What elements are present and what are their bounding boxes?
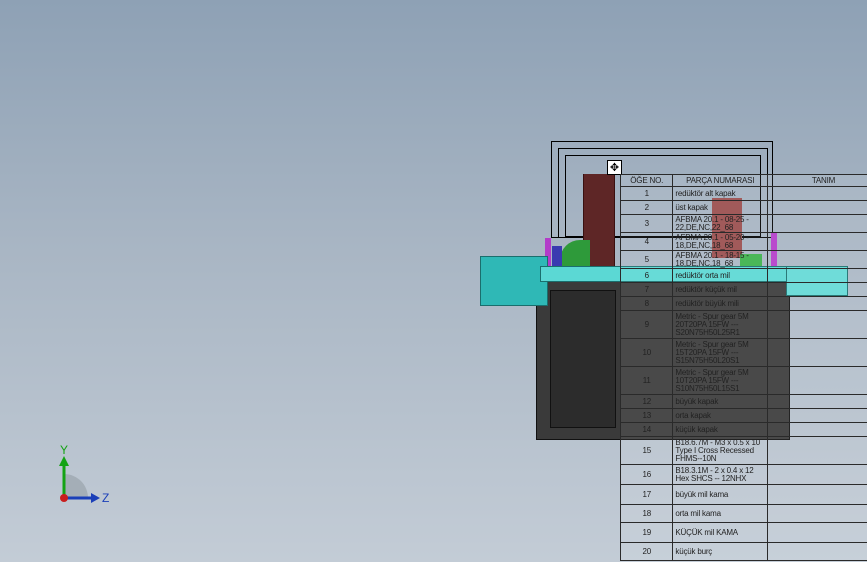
bom-row[interactable]: 13 orta kapak xyxy=(619,408,867,423)
bom-description xyxy=(766,338,867,367)
bom-row[interactable]: 18 orta mil kama xyxy=(619,504,867,523)
bom-item-no: 2 xyxy=(619,200,674,215)
x-axis-point xyxy=(60,494,68,502)
bom-item-no: 9 xyxy=(619,310,674,339)
bom-row[interactable]: 11 Metric - Spur gear 5M 10T20PA 15FW ---… xyxy=(619,366,867,395)
bom-item-no: 5 xyxy=(619,250,674,269)
bom-description xyxy=(766,366,867,395)
bom-header-description: TANIM xyxy=(766,174,867,187)
bom-item-no: 14 xyxy=(619,422,674,437)
bom-description xyxy=(766,542,867,561)
bom-item-no: 15 xyxy=(619,436,674,465)
bom-description xyxy=(766,436,867,465)
green-gear[interactable] xyxy=(560,240,590,266)
bom-description xyxy=(766,186,867,201)
bom-item-no: 17 xyxy=(619,484,674,505)
bom-description xyxy=(766,504,867,523)
bom-row[interactable]: 15 B18.6.7M - M3 x 0.5 x 10 Type I Cross … xyxy=(619,436,867,465)
bom-description xyxy=(766,310,867,339)
y-axis-arrow xyxy=(59,456,69,466)
bom-row[interactable]: 4 AFBMA 20.1 - 05-20 - 18,DE,NC,18_68 xyxy=(619,232,867,251)
bom-row[interactable]: 12 büyük kapak xyxy=(619,394,867,409)
bom-row[interactable]: 2 üst kapak xyxy=(619,200,867,215)
bom-description xyxy=(766,214,867,233)
bom-row[interactable]: 16 B18.3.1M - 2 x 0.4 x 12 Hex SHCS -- 12… xyxy=(619,464,867,485)
bom-part-number: AFBMA 20.1 - 05-20 - 18,DE,NC,18_68 xyxy=(672,232,768,251)
bom-header-row: ÖĞE NO. PARÇA NUMARASI TANIM xyxy=(619,174,867,187)
bom-item-no: 20 xyxy=(619,542,674,561)
bom-item-no: 3 xyxy=(619,214,674,233)
bom-description xyxy=(766,296,867,311)
bom-part-number: redüktör büyük mili xyxy=(672,296,768,311)
bom-item-no: 8 xyxy=(619,296,674,311)
housing-inner xyxy=(550,290,616,428)
bom-row[interactable]: 8 redüktör büyük mili xyxy=(619,296,867,311)
bom-part-number: redüktör alt kapak xyxy=(672,186,768,201)
bom-part-number: büyük kapak xyxy=(672,394,768,409)
bom-item-no: 16 xyxy=(619,464,674,485)
bom-description xyxy=(766,484,867,505)
bom-part-number: B18.6.7M - M3 x 0.5 x 10 Type I Cross Re… xyxy=(672,436,768,465)
bom-description xyxy=(766,268,867,283)
bom-row[interactable]: 1 redüktör alt kapak xyxy=(619,186,867,201)
bom-item-no: 4 xyxy=(619,232,674,251)
bom-row[interactable]: 19 KÜÇÜK mil KAMA xyxy=(619,522,867,543)
bom-description xyxy=(766,522,867,543)
bom-part-number: orta kapak xyxy=(672,408,768,423)
bom-description xyxy=(766,200,867,215)
bom-description xyxy=(766,232,867,251)
bom-row[interactable]: 10 Metric - Spur gear 5M 15T20PA 15FW ---… xyxy=(619,338,867,367)
bom-part-number: redüktör küçük mil xyxy=(672,282,768,297)
bom-header-item-no: ÖĞE NO. xyxy=(619,174,674,187)
bom-row[interactable]: 9 Metric - Spur gear 5M 20T20PA 15FW --- … xyxy=(619,310,867,339)
bom-header-part-number: PARÇA NUMARASI xyxy=(672,174,768,187)
bom-item-no: 13 xyxy=(619,408,674,423)
graphics-viewport[interactable]: ✥ ÖĞE NO. PARÇA NUMARASI TANIM 1 redüktör… xyxy=(0,0,867,562)
y-axis-label: Y xyxy=(60,443,68,457)
bom-item-no: 12 xyxy=(619,394,674,409)
bom-part-number: küçük burç xyxy=(672,542,768,561)
bom-description xyxy=(766,282,867,297)
triad-plane xyxy=(64,474,88,498)
z-axis-label: Z xyxy=(102,491,109,505)
bom-item-no: 11 xyxy=(619,366,674,395)
input-shaft[interactable] xyxy=(480,256,548,306)
coordinate-triad: Y Z xyxy=(59,443,109,505)
bom-item-no: 7 xyxy=(619,282,674,297)
bom-description xyxy=(766,422,867,437)
bom-part-number: Metric - Spur gear 5M 10T20PA 15FW --- S… xyxy=(672,366,768,395)
move-table-handle[interactable]: ✥ xyxy=(607,160,622,175)
bom-row[interactable]: 3 AFBMA 20.1 - 08-25 - 22,DE,NC,22_68 xyxy=(619,214,867,233)
bom-item-no: 1 xyxy=(619,186,674,201)
bom-part-number: orta mil kama xyxy=(672,504,768,523)
bom-part-number: AFBMA 20.1 - 08-25 - 22,DE,NC,22_68 xyxy=(672,214,768,233)
z-axis-arrow xyxy=(91,493,100,503)
bom-part-number: KÜÇÜK mil KAMA xyxy=(672,522,768,543)
bom-description xyxy=(766,408,867,423)
bom-description xyxy=(766,250,867,269)
bom-item-no: 18 xyxy=(619,504,674,523)
bom-row[interactable]: 5 AFBMA 20.1 - 18-15 - 18,DE,NC,18_68 xyxy=(619,250,867,269)
bom-row[interactable]: 6 redüktör orta mil xyxy=(619,268,867,283)
bom-description xyxy=(766,464,867,485)
bom-part-number: redüktör orta mil xyxy=(672,268,768,283)
bom-item-no: 6 xyxy=(619,268,674,283)
bom-item-no: 19 xyxy=(619,522,674,543)
bom-part-number: üst kapak xyxy=(672,200,768,215)
bom-row[interactable]: 7 redüktör küçük mil xyxy=(619,282,867,297)
bom-part-number: AFBMA 20.1 - 18-15 - 18,DE,NC,18_68 xyxy=(672,250,768,269)
bom-part-number: küçük kapak xyxy=(672,422,768,437)
bom-part-number: B18.3.1M - 2 x 0.4 x 12 Hex SHCS -- 12NH… xyxy=(672,464,768,485)
bom-row[interactable]: 17 büyük mil kama xyxy=(619,484,867,505)
bom-part-number: büyük mil kama xyxy=(672,484,768,505)
bom-row[interactable]: 20 küçük burç xyxy=(619,542,867,561)
bom-part-number: Metric - Spur gear 5M 20T20PA 15FW --- S… xyxy=(672,310,768,339)
bom-item-no: 10 xyxy=(619,338,674,367)
bom-table[interactable]: ÖĞE NO. PARÇA NUMARASI TANIM 1 redüktör a… xyxy=(619,174,867,561)
bom-part-number: Metric - Spur gear 5M 15T20PA 15FW --- S… xyxy=(672,338,768,367)
bom-row[interactable]: 14 küçük kapak xyxy=(619,422,867,437)
bom-description xyxy=(766,394,867,409)
